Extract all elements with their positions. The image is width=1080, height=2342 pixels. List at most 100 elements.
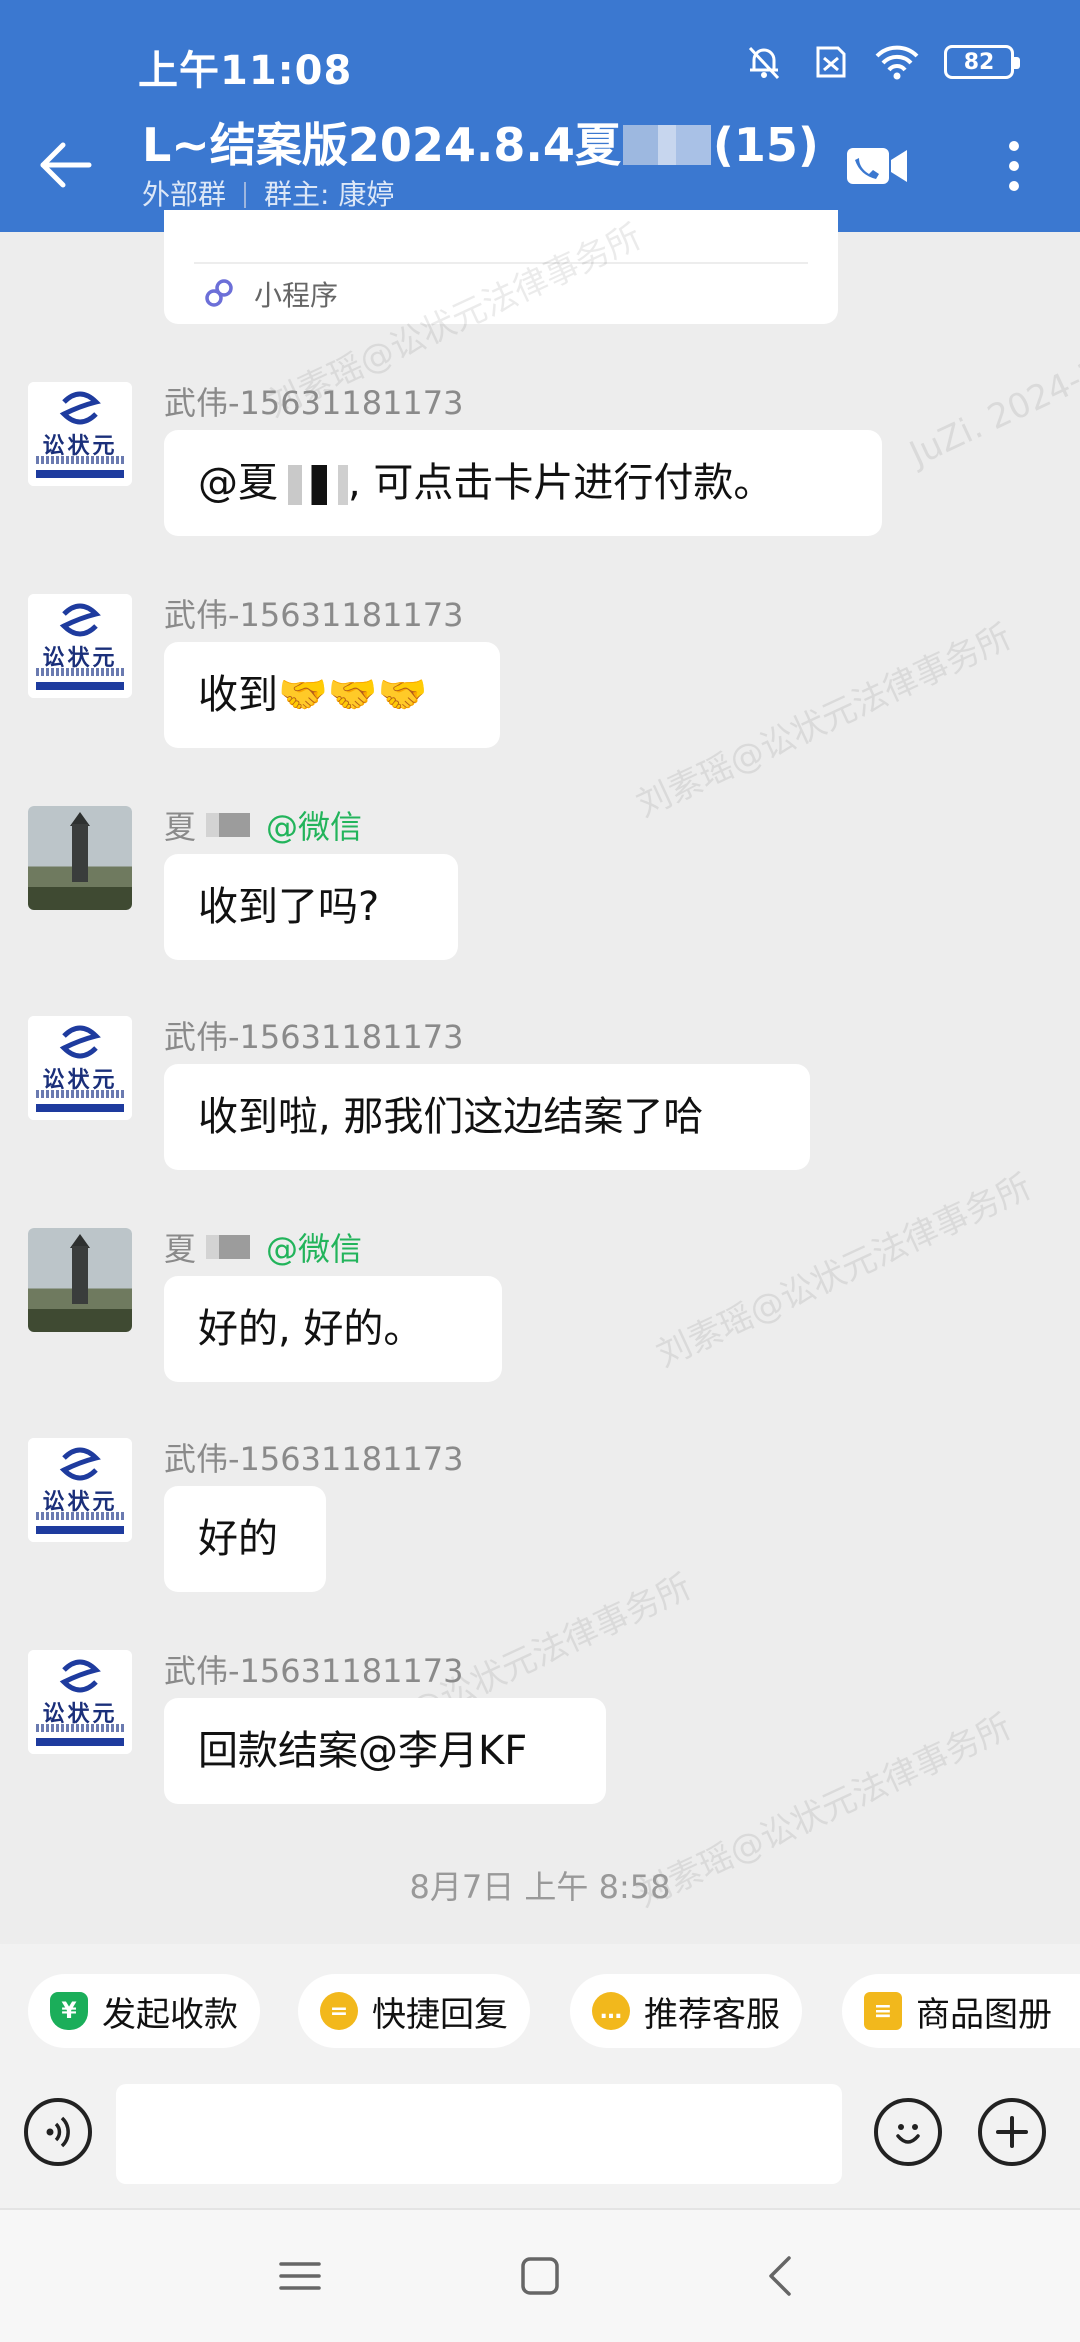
chip-label: 商品图册 [916, 1994, 1052, 2035]
watermark: 刘素瑶@讼状元法律事务所 [650, 1166, 1038, 1376]
company-logo: 讼状元 [28, 1650, 132, 1754]
message-text: 收到🤝🤝🤝 [198, 672, 428, 718]
redacted-name [278, 465, 348, 505]
status-icons: 82 [742, 38, 1020, 86]
message-text: 收到了吗? [198, 884, 380, 930]
company-logo: 讼状元 [28, 1438, 132, 1542]
plus-icon [996, 2116, 1028, 2148]
avatar[interactable]: 讼状元 [28, 382, 132, 486]
chat-subtitle: 外部群 群主: 康婷 [142, 175, 832, 215]
voice-input-button[interactable] [24, 2098, 92, 2166]
redacted-name-block [622, 125, 711, 165]
avatar[interactable]: 讼状元 [28, 1016, 132, 1120]
message-bubble[interactable]: 好的 [164, 1486, 326, 1592]
logo-swirl-icon [59, 1447, 101, 1481]
chip-start-payment[interactable]: ¥ 发起收款 [28, 1974, 260, 2048]
video-call-button[interactable] [842, 136, 914, 196]
wechat-tag: @微信 [266, 808, 363, 846]
status-bar: 上午11:08 82 [0, 0, 1080, 120]
logo-bar [36, 682, 124, 690]
video-camera-icon [847, 148, 907, 184]
recent-apps-button[interactable] [264, 2240, 336, 2312]
logo-bar [36, 1526, 124, 1534]
avatar[interactable]: 讼状元 [28, 594, 132, 698]
message-text: 收到啦, 那我们这边结案了哈 [198, 1094, 704, 1140]
dot [1009, 161, 1019, 171]
logo-bar [36, 1738, 124, 1746]
voice-icon [46, 2116, 70, 2148]
message-bubble[interactable]: 回款结案@李月KF [164, 1698, 606, 1804]
message-bubble[interactable]: 收到🤝🤝🤝 [164, 642, 500, 748]
logo-lines [36, 668, 124, 676]
logo-lines [36, 1512, 124, 1520]
quick-action-bar: ¥ 发起收款 = 快捷回复 … 推荐客服 ≡ 商品图册 [0, 1944, 1080, 2084]
company-logo: 讼状元 [28, 594, 132, 698]
message-bubble[interactable]: @夏 , 可点击卡片进行付款。 [164, 430, 882, 536]
message-input[interactable] [116, 2084, 842, 2184]
sender-name: 武伟-15631181173 [164, 1652, 464, 1690]
payment-shield-icon: ¥ [50, 1992, 88, 2030]
chat-header: 上午11:08 82 L~结案版2024.8.4夏 (15) 外部群 群主: 康… [0, 0, 1080, 232]
back-button[interactable] [30, 130, 100, 200]
battery-indicator: 82 [944, 45, 1020, 79]
avatar[interactable]: 讼状元 [28, 1438, 132, 1542]
sender-name: 武伟-15631181173 [164, 596, 464, 634]
logo-lines [36, 1090, 124, 1098]
chip-product-catalog[interactable]: ≡ 商品图册 [842, 1974, 1080, 2048]
mini-program-label: 小程序 [254, 279, 339, 312]
no-sim-icon [816, 46, 846, 78]
chat-title-area[interactable]: L~结案版2024.8.4夏 (15) 外部群 群主: 康婷 [142, 115, 832, 215]
back-nav-button[interactable] [744, 2240, 816, 2312]
redacted-name [206, 1235, 251, 1259]
emoji-button[interactable] [874, 2098, 942, 2166]
customer-service-icon: … [592, 1992, 630, 2030]
group-type-label: 外部群 [142, 178, 227, 211]
mini-program-card[interactable]: 小程序 [164, 210, 838, 324]
chip-label: 推荐客服 [644, 1994, 780, 2035]
tower [72, 824, 88, 882]
logo-lines [36, 456, 124, 464]
tower [72, 1246, 88, 1304]
logo-bar [36, 470, 124, 478]
chip-label: 发起收款 [102, 1994, 238, 2035]
logo-swirl-icon [59, 391, 101, 425]
chip-recommend-service[interactable]: … 推荐客服 [570, 1974, 802, 2048]
system-navigation-bar [0, 2208, 1080, 2342]
mute-bell-icon [748, 46, 780, 80]
message-timestamp: 8月7日 上午 8:58 [409, 1868, 671, 1906]
more-functions-button[interactable] [978, 2098, 1046, 2166]
home-button[interactable] [504, 2240, 576, 2312]
quick-reply-icon: = [320, 1992, 358, 2030]
message-text: 回款结案@李月KF [198, 1728, 528, 1774]
chat-title: L~结案版2024.8.4夏 (15) [142, 115, 832, 175]
logo-swirl-icon [59, 1025, 101, 1059]
square-home-icon [521, 2257, 559, 2295]
product-catalog-icon: ≡ [864, 1992, 902, 2030]
card-divider [194, 262, 808, 264]
user-photo [28, 1228, 132, 1332]
more-options-button[interactable] [992, 132, 1036, 200]
chat-title-text: L~结案版2024.8.4夏 [142, 118, 621, 172]
avatar[interactable] [28, 1228, 132, 1332]
sender-name-text: 夏 [164, 808, 197, 846]
wechat-tag: @微信 [266, 1230, 363, 1268]
chevron-left-icon [769, 2256, 791, 2296]
message-text: 好的 [198, 1516, 278, 1562]
avatar[interactable] [28, 806, 132, 910]
watermark-text: 刘素瑶@讼状元法律事务所 [630, 616, 1018, 826]
message-bubble[interactable]: 收到啦, 那我们这边结案了哈 [164, 1064, 810, 1170]
avatar[interactable]: 讼状元 [28, 1650, 132, 1754]
subtitle-divider [244, 182, 247, 208]
mini-program-icon [205, 279, 233, 307]
smiley-icon [896, 2124, 920, 2144]
arrow-left-icon [40, 142, 92, 188]
chip-quick-reply[interactable]: = 快捷回复 [298, 1974, 530, 2048]
message-bubble[interactable]: 好的, 好的。 [164, 1276, 502, 1382]
sender-name: 夏 @微信 [164, 802, 362, 848]
menu-icon [279, 2262, 321, 2290]
user-photo [28, 806, 132, 910]
dot [1009, 181, 1019, 191]
message-bubble[interactable]: 收到了吗? [164, 854, 458, 960]
status-time: 上午11:08 [138, 48, 353, 94]
sender-name: 武伟-15631181173 [164, 1018, 464, 1056]
